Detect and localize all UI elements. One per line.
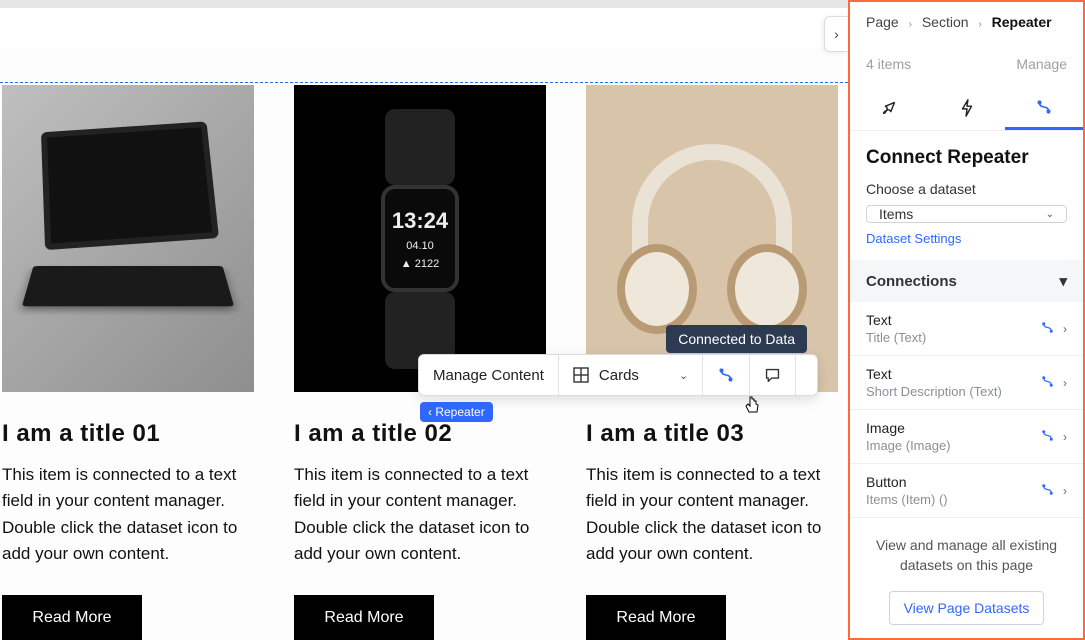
chevron-right-icon: › xyxy=(1063,322,1067,336)
connection-type: Image xyxy=(866,420,1032,436)
panel-collapse-toggle[interactable]: › xyxy=(824,16,848,52)
chevron-right-icon: › xyxy=(909,19,912,30)
page-header-band xyxy=(0,8,848,48)
data-connection-icon xyxy=(717,366,735,384)
read-more-button[interactable]: Read More xyxy=(2,595,142,640)
editor-topbar xyxy=(0,0,848,8)
brush-icon xyxy=(880,99,898,117)
watch-time: 13:24 xyxy=(392,208,448,234)
chevron-right-icon: › xyxy=(978,19,981,30)
chevron-down-icon: ⌄ xyxy=(679,369,688,382)
panel-title: Connect Repeater xyxy=(850,131,1083,179)
chevron-right-icon: › xyxy=(1063,376,1067,390)
panel-tabs xyxy=(850,86,1083,131)
connection-binding: Title (Text) xyxy=(866,330,1032,345)
repeater-parent-badge[interactable]: Repeater xyxy=(420,402,493,422)
chevron-right-icon: › xyxy=(1063,430,1067,444)
breadcrumb-section[interactable]: Section xyxy=(922,14,969,30)
watch-steps: ▲ 2122 xyxy=(401,258,439,270)
breadcrumb: Page › Section › Repeater xyxy=(850,2,1083,42)
headphones-illustration xyxy=(607,134,817,344)
data-tab[interactable] xyxy=(1005,86,1083,130)
repeater-item[interactable]: I am a title 01 This item is connected t… xyxy=(2,85,262,640)
card-image[interactable]: 13:24 04.10 ▲ 2122 xyxy=(294,85,546,392)
data-connection-icon xyxy=(1040,320,1055,338)
manage-content-label: Manage Content xyxy=(433,367,544,384)
panel-footer-text: View and manage all existing datasets on… xyxy=(850,518,1083,585)
animation-tab[interactable] xyxy=(928,86,1006,130)
connect-to-data-button[interactable] xyxy=(703,355,750,395)
view-page-datasets-button[interactable]: View Page Datasets xyxy=(889,591,1045,625)
inspector-panel: Page › Section › Repeater 4 items Manage… xyxy=(848,0,1085,640)
data-connection-icon xyxy=(1040,482,1055,500)
layout-selector[interactable]: Cards ⌄ xyxy=(559,355,703,395)
layout-label: Cards xyxy=(599,367,639,384)
connection-binding: Items (Item) () xyxy=(866,492,1032,507)
card-title[interactable]: I am a title 01 xyxy=(2,420,262,448)
dataset-selected-value: Items xyxy=(879,206,913,222)
card-title[interactable]: I am a title 03 xyxy=(586,420,846,448)
connection-type: Text xyxy=(866,366,1032,382)
data-connection-icon xyxy=(1035,98,1053,116)
connection-binding: Image (Image) xyxy=(866,438,1032,453)
connections-header-label: Connections xyxy=(866,273,957,290)
lightning-icon xyxy=(959,99,975,117)
data-connection-icon xyxy=(1040,374,1055,392)
data-connection-icon xyxy=(1040,428,1055,446)
connections-accordion-header[interactable]: Connections ▾ xyxy=(850,260,1083,302)
comment-icon xyxy=(764,367,781,384)
editor-canvas: › I am a title 01 This item is connected… xyxy=(0,0,848,640)
selection-guide-line xyxy=(0,82,848,83)
connection-type: Button xyxy=(866,474,1032,490)
connection-row-image[interactable]: Image Image (Image) › xyxy=(850,410,1083,464)
smartwatch-illustration: 13:24 04.10 ▲ 2122 xyxy=(375,109,465,369)
card-description[interactable]: This item is connected to a text field i… xyxy=(294,462,554,567)
card-image[interactable] xyxy=(2,85,254,392)
chevron-down-icon: ⌄ xyxy=(1046,209,1054,220)
connection-type: Text xyxy=(866,312,1032,328)
choose-dataset-label: Choose a dataset xyxy=(850,179,1083,205)
tablet-illustration xyxy=(28,124,228,354)
item-count-label: 4 items xyxy=(866,56,911,72)
breadcrumb-page[interactable]: Page xyxy=(866,14,899,30)
connection-row-button[interactable]: Button Items (Item) () › xyxy=(850,464,1083,518)
cursor-pointer-icon xyxy=(743,395,761,418)
dataset-settings-link[interactable]: Dataset Settings xyxy=(850,231,1083,260)
design-tab[interactable] xyxy=(850,86,928,130)
connection-row-text-title[interactable]: Text Title (Text) › xyxy=(850,302,1083,356)
caret-down-icon: ▾ xyxy=(1059,272,1067,290)
chevron-right-icon: › xyxy=(834,26,839,42)
read-more-button[interactable]: Read More xyxy=(586,595,726,640)
connection-binding: Short Description (Text) xyxy=(866,384,1032,399)
read-more-button[interactable]: Read More xyxy=(294,595,434,640)
grid-icon xyxy=(573,367,589,383)
dataset-select[interactable]: Items ⌄ xyxy=(866,205,1067,223)
chevron-right-icon: › xyxy=(1063,484,1067,498)
connection-row-text-desc[interactable]: Text Short Description (Text) › xyxy=(850,356,1083,410)
card-description[interactable]: This item is connected to a text field i… xyxy=(2,462,262,567)
breadcrumb-current: Repeater xyxy=(992,14,1052,30)
element-toolbar: Connected to Data Manage Content Cards ⌄ xyxy=(418,354,818,396)
comments-button[interactable] xyxy=(750,355,796,395)
card-title[interactable]: I am a title 02 xyxy=(294,420,554,448)
watch-date: 04.10 xyxy=(406,240,434,252)
connected-to-data-tooltip: Connected to Data xyxy=(666,325,807,353)
card-description[interactable]: This item is connected to a text field i… xyxy=(586,462,846,567)
manage-content-button[interactable]: Manage Content xyxy=(419,355,559,395)
manage-items-link[interactable]: Manage xyxy=(1016,56,1067,72)
